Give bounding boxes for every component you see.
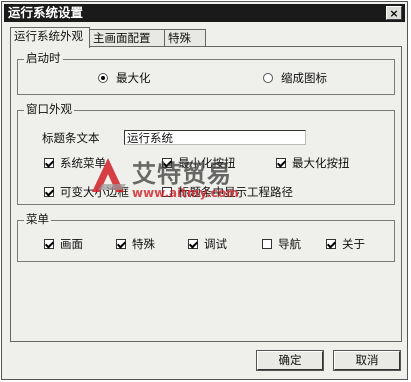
checkbox-minimize-button-box[interactable]	[162, 158, 172, 168]
tab-special[interactable]: 特殊	[164, 29, 206, 47]
tab-main-screen-config[interactable]: 主画面配置	[89, 29, 165, 47]
settings-dialog: 运行系统设置 × 运行系统外观 主画面配置 特殊 启动时 最大化 缩成图标 窗口…	[1, 1, 408, 380]
radio-minimize-icon[interactable]: 缩成图标	[263, 70, 327, 86]
checkbox-menu-about-label: 关于	[342, 237, 365, 251]
checkbox-resizable-border-box[interactable]	[44, 187, 54, 197]
appearance-group: 窗口外观 标题条文本 运行系统 系统菜单 最小化按扭 最大化按扭 可变大小边框	[17, 102, 395, 205]
checkbox-menu-special-label: 特殊	[132, 237, 155, 251]
checkbox-menu-navigation-label: 导航	[278, 237, 301, 251]
checkbox-menu-about-box[interactable]	[326, 239, 336, 249]
window-title: 运行系统设置	[8, 5, 84, 20]
checkbox-minimize-button[interactable]: 最小化按扭	[162, 155, 236, 171]
radio-maximize-label: 最大化	[116, 71, 151, 85]
checkbox-menu-screen-box[interactable]	[44, 239, 54, 249]
menu-group: 菜单 画面 特殊 调试 导航 关于	[17, 212, 395, 262]
startup-legend: 启动时	[24, 51, 63, 65]
checkbox-system-menu[interactable]: 系统菜单	[44, 155, 106, 171]
checkbox-show-project-path-box[interactable]	[162, 187, 172, 197]
checkbox-resizable-border-label: 可变大小边框	[60, 185, 129, 199]
checkbox-menu-special[interactable]: 特殊	[116, 236, 155, 252]
radio-maximize-indicator[interactable]	[98, 73, 108, 83]
checkbox-menu-about[interactable]: 关于	[326, 236, 365, 252]
checkbox-system-menu-box[interactable]	[44, 158, 54, 168]
checkbox-maximize-button-label: 最大化按扭	[292, 156, 350, 170]
checkbox-menu-debug-box[interactable]	[188, 239, 198, 249]
title-text-label: 标题条文本	[42, 131, 100, 145]
checkbox-maximize-button[interactable]: 最大化按扭	[276, 155, 350, 171]
menu-legend: 菜单	[24, 212, 51, 226]
checkbox-menu-debug[interactable]: 调试	[188, 236, 227, 252]
checkbox-menu-navigation-box[interactable]	[262, 239, 272, 249]
checkbox-menu-screen-label: 画面	[60, 237, 83, 251]
radio-minimize-indicator[interactable]	[263, 73, 273, 83]
radio-maximize[interactable]: 最大化	[98, 70, 151, 86]
title-bar: 运行系统设置 ×	[4, 4, 405, 22]
close-button[interactable]: ×	[386, 6, 402, 20]
checkbox-show-project-path-label: 标题条中显示工程路径	[178, 185, 293, 199]
startup-group: 启动时 最大化 缩成图标	[17, 51, 395, 95]
cancel-button[interactable]: 取消	[333, 350, 401, 371]
ok-button[interactable]: 确定	[256, 350, 324, 371]
checkbox-resizable-border[interactable]: 可变大小边框	[44, 184, 129, 200]
title-text-input[interactable]: 运行系统	[124, 130, 306, 145]
checkbox-maximize-button-box[interactable]	[276, 158, 286, 168]
radio-minimize-label: 缩成图标	[281, 71, 327, 85]
checkbox-system-menu-label: 系统菜单	[60, 156, 106, 170]
tab-panel: 启动时 最大化 缩成图标 窗口外观 标题条文本 运行系统 系统菜单 最小化按扭	[10, 46, 402, 342]
checkbox-menu-debug-label: 调试	[204, 237, 227, 251]
tab-runtime-appearance[interactable]: 运行系统外观	[10, 27, 90, 48]
checkbox-menu-navigation[interactable]: 导航	[262, 236, 301, 252]
checkbox-menu-special-box[interactable]	[116, 239, 126, 249]
checkbox-menu-screen[interactable]: 画面	[44, 236, 83, 252]
checkbox-minimize-button-label: 最小化按扭	[178, 156, 236, 170]
appearance-legend: 窗口外观	[24, 102, 74, 116]
checkbox-show-project-path[interactable]: 标题条中显示工程路径	[162, 184, 293, 200]
